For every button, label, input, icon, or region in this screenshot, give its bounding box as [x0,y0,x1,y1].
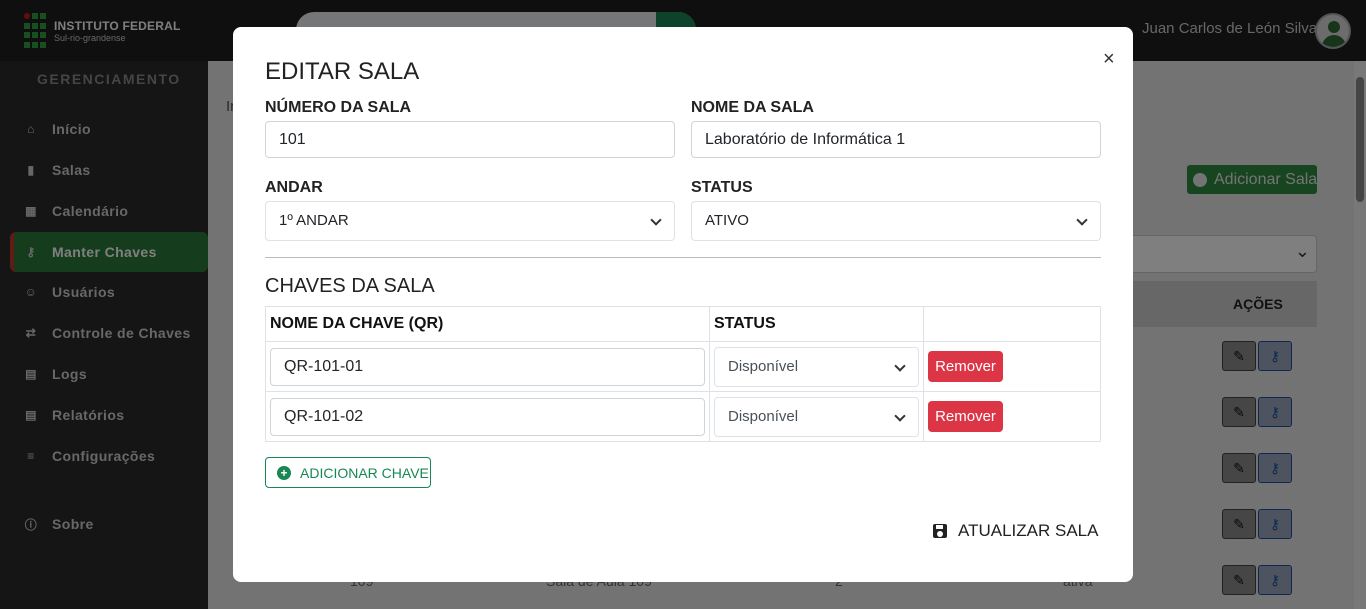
room-number-field[interactable]: 101 [265,121,675,158]
update-room-label: ATUALIZAR SALA [958,521,1099,540]
plus-circle-icon: + [277,465,291,480]
table-header-row: NOME DA CHAVE (QR) STATUS [265,306,1101,342]
key-name-input[interactable]: QR-101-01 [270,347,705,386]
floor-select-value: 1º ANDAR [279,212,349,229]
key-status-select[interactable]: Disponível [714,346,919,387]
status-select-value: ATIVO [705,212,749,229]
remove-key-button[interactable]: Remover [928,401,1003,432]
column-header-status: STATUS [709,306,924,342]
floor-label: ANDAR [265,179,323,196]
chevron-down-icon [894,409,906,422]
add-key-button[interactable]: + ADICIONAR CHAVE [265,457,431,488]
table-row: QR-101-02 Disponível Remover [265,391,1101,442]
column-header-actions [923,306,1101,342]
status-select[interactable]: ATIVO [691,201,1101,241]
room-number-label: NÚMERO DA SALA [265,99,412,116]
add-key-label: ADICIONAR CHAVE [300,464,429,481]
table-row: QR-101-01 Disponível Remover [265,341,1101,392]
keys-table: NOME DA CHAVE (QR) STATUS QR-101-01 Disp… [265,306,1101,442]
column-header-key-name: NOME DA CHAVE (QR) [265,306,710,342]
divider [265,257,1101,258]
update-room-button[interactable]: ATUALIZAR SALA [933,518,1098,544]
floor-select[interactable]: 1º ANDAR [265,201,675,241]
key-status-select[interactable]: Disponível [714,396,919,437]
status-label: STATUS [691,179,753,196]
remove-key-button[interactable]: Remover [928,351,1003,382]
keys-section-title: CHAVES DA SALA [265,275,435,297]
chevron-down-icon [650,214,662,226]
room-name-field[interactable]: Laboratório de Informática 1 [691,121,1101,158]
modal-title: EDITAR SALA [265,58,420,85]
key-name-input[interactable]: QR-101-02 [270,397,705,436]
room-name-label: NOME DA SALA [691,99,814,116]
chevron-down-icon [894,359,906,372]
close-icon[interactable]: × [1103,49,1115,69]
save-icon [933,524,947,538]
edit-room-modal: EDITAR SALA × NÚMERO DA SALA 101 NOME DA… [233,27,1133,582]
chevron-down-icon [1076,214,1088,226]
